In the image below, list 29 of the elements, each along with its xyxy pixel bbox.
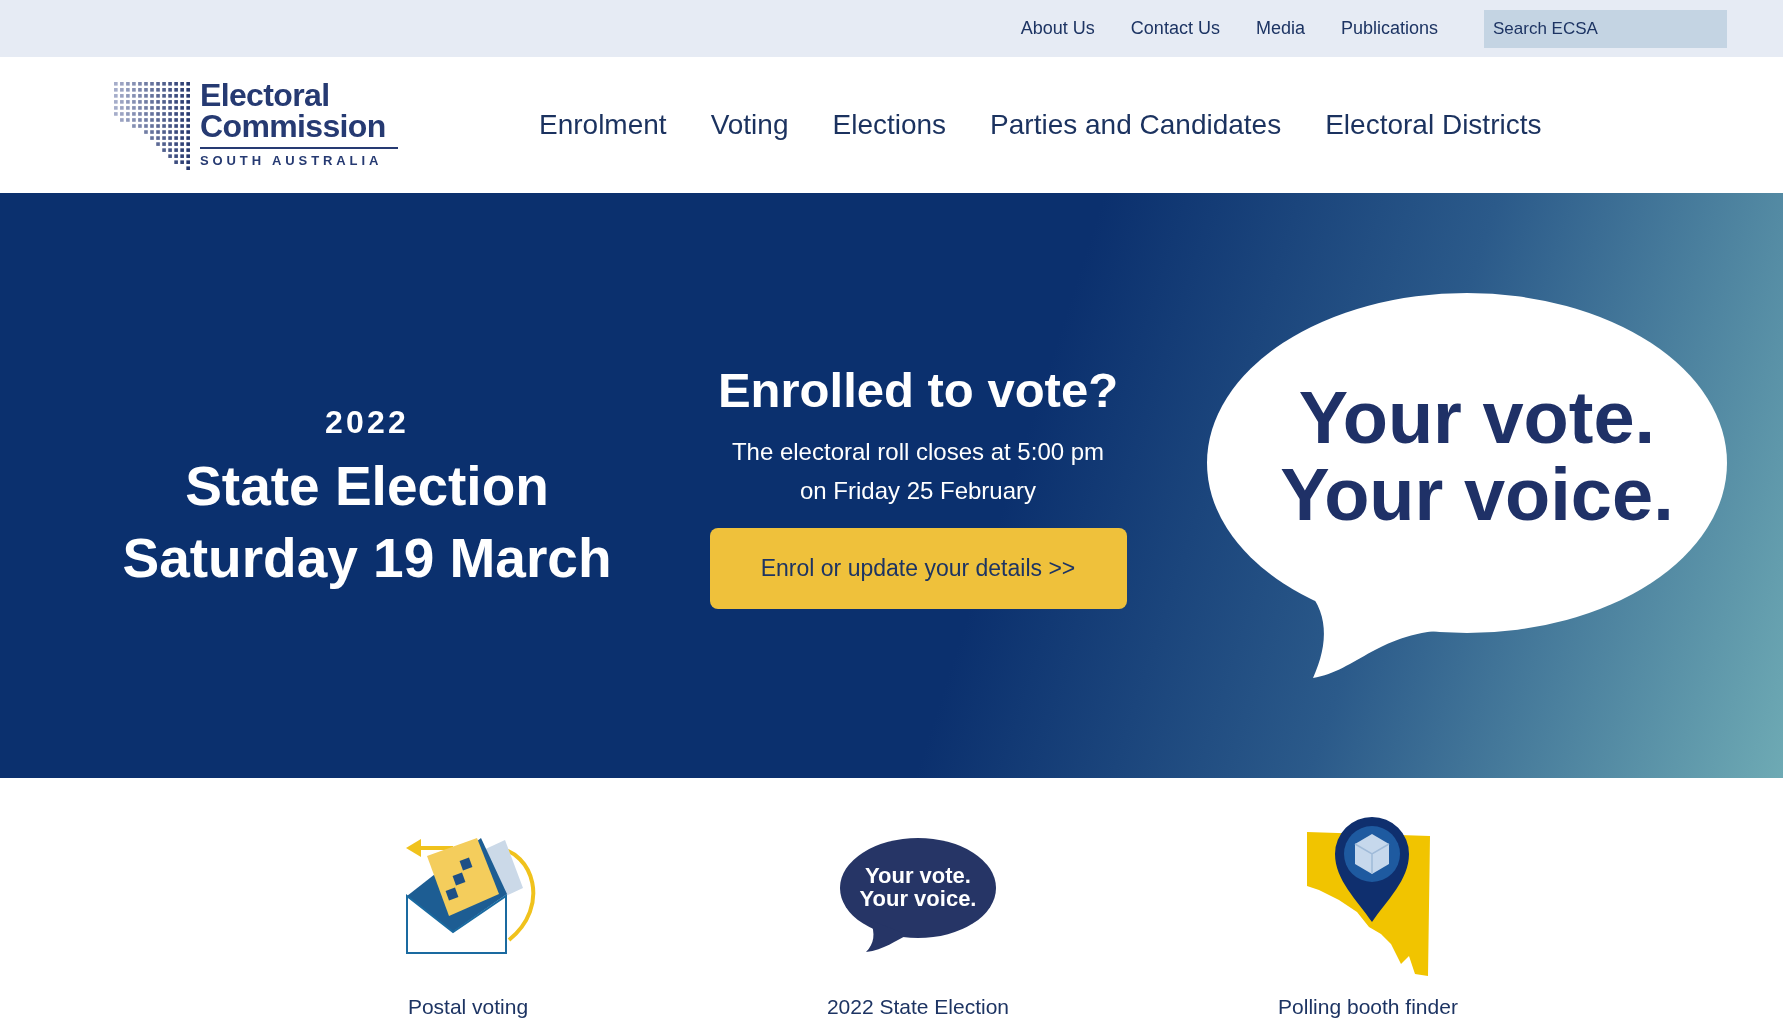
nav-link[interactable]: Enrolment	[539, 104, 667, 146]
enrol-heading: Enrolled to vote?	[717, 362, 1119, 418]
event-year: 2022	[325, 404, 409, 440]
top-link[interactable]: Contact Us	[1130, 15, 1220, 42]
enrol-button[interactable]: Enrol or update your details >>	[709, 528, 1127, 609]
quick-link[interactable]: Postal voting	[407, 995, 529, 1019]
event-title: State Election	[185, 454, 549, 519]
bubble-text: Your vote.	[865, 864, 971, 887]
nav-link[interactable]: Voting	[710, 104, 789, 146]
enrol-text: The electoral roll closes at 5:00 pm on Friday 25 February	[731, 437, 1105, 506]
map-pin-icon	[1306, 814, 1430, 976]
nav-link[interactable]: Elections	[832, 104, 947, 146]
top-link[interactable]: Publications	[1340, 15, 1438, 42]
logo-text: Electoral	[200, 80, 331, 111]
quick-link[interactable]: Polling booth finder	[1278, 995, 1458, 1019]
top-link[interactable]: Media	[1255, 15, 1305, 42]
nav-link[interactable]: Parties and Candidates	[990, 104, 1282, 146]
dot-map-icon	[114, 82, 190, 170]
search-field[interactable]: Search ECSA	[1484, 9, 1727, 48]
nav-link[interactable]: Electoral Districts	[1325, 104, 1542, 146]
quick-link[interactable]: 2022 State Election	[826, 995, 1010, 1019]
top-link[interactable]: About Us	[1020, 15, 1095, 42]
slogan-text: Your vote.	[1298, 379, 1656, 456]
logo-tagline: SOUTH AUSTRALIA	[200, 153, 384, 168]
logo-text: Commission	[200, 111, 387, 142]
event-date: Saturday 19 March	[122, 526, 612, 591]
bubble-text: Your voice.	[859, 887, 977, 910]
slogan-text: Your voice.	[1280, 456, 1674, 533]
speech-bubble-icon	[840, 838, 996, 952]
